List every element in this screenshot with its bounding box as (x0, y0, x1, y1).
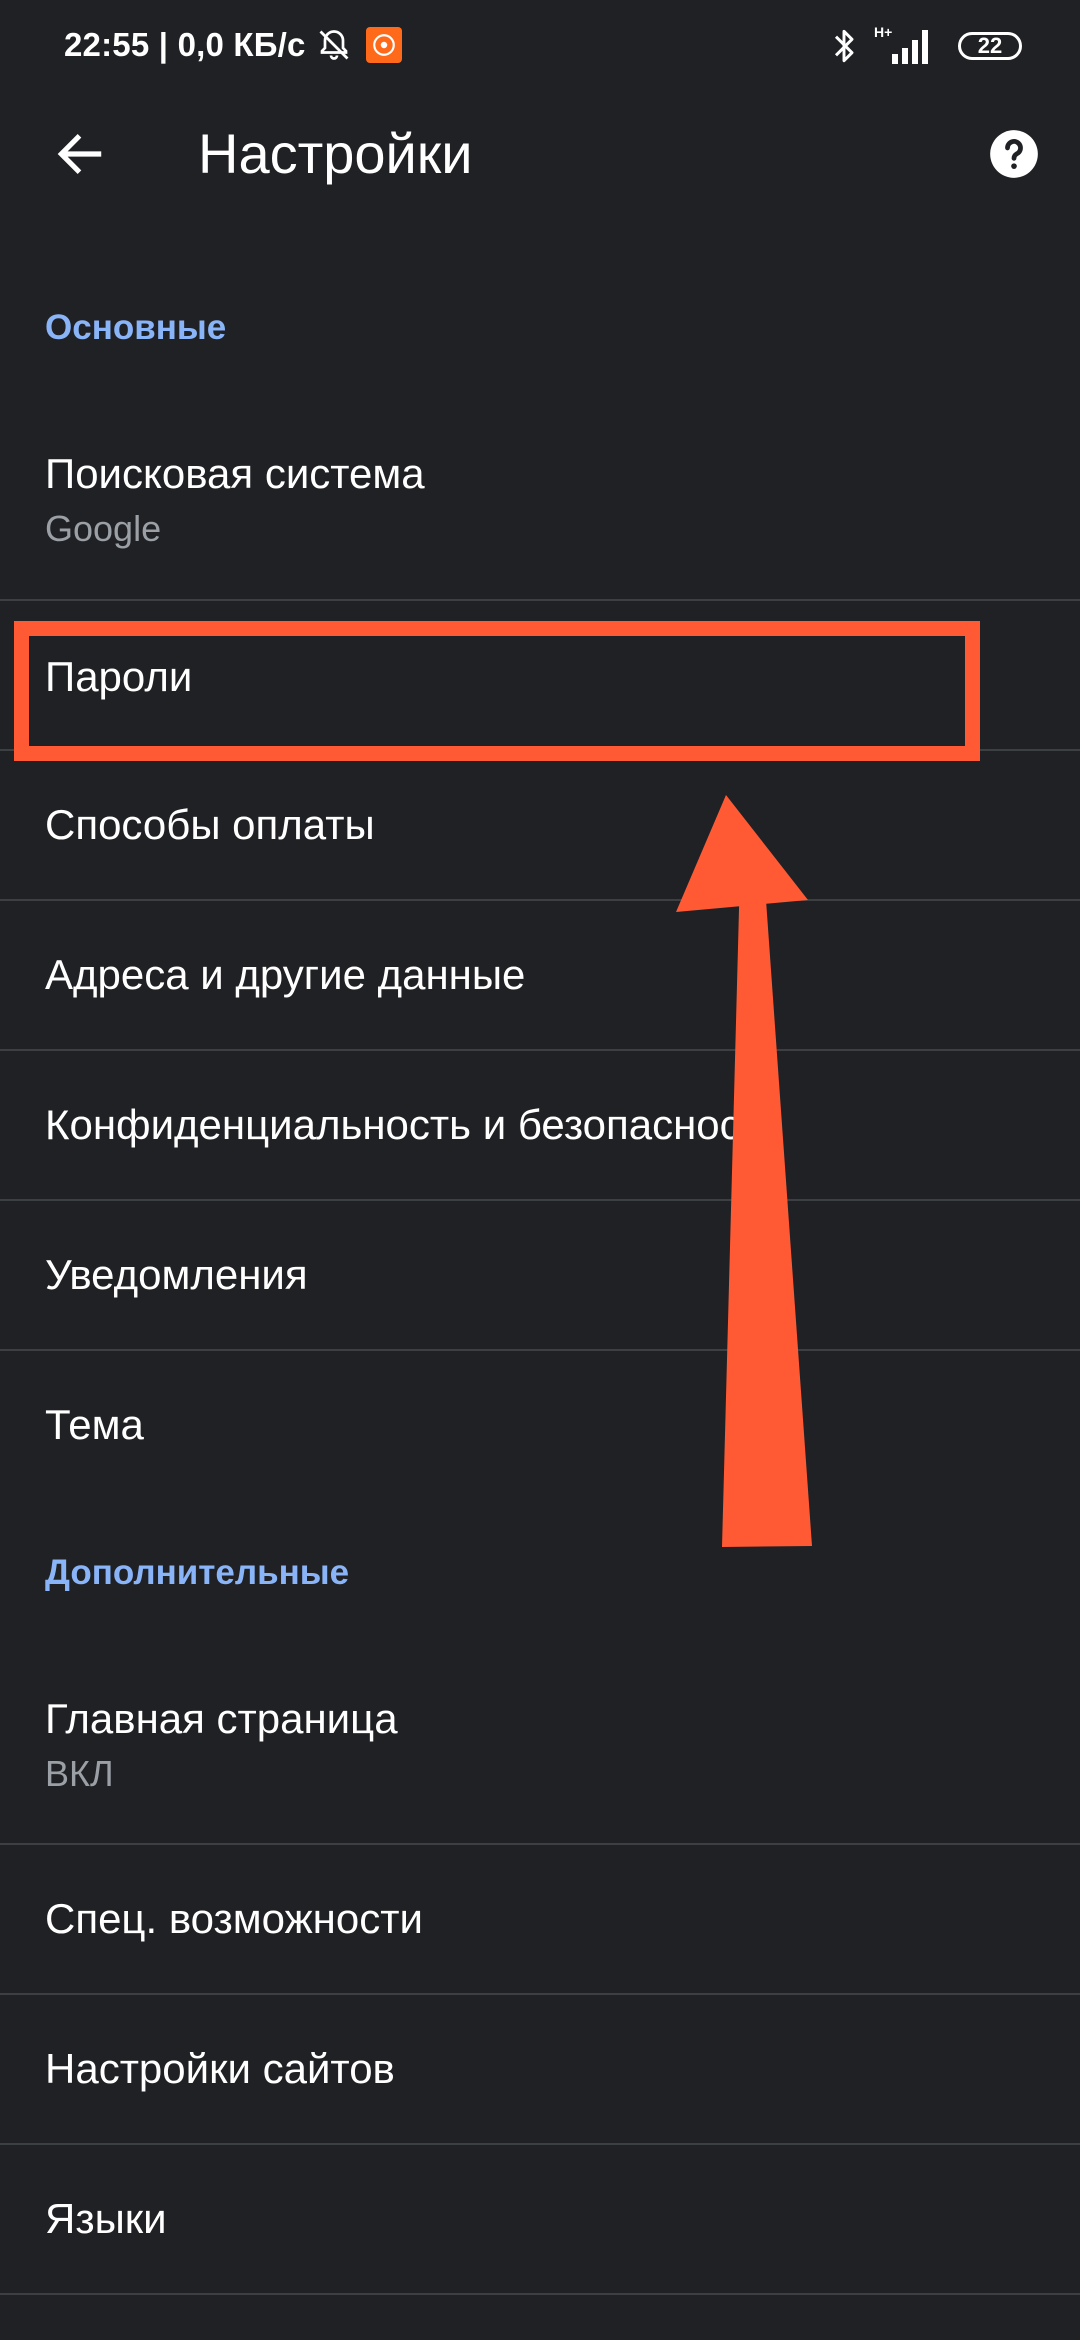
settings-item-notifications[interactable]: Уведомления (0, 1201, 1080, 1349)
battery-icon: 22 (958, 32, 1022, 60)
section-header-basic: Основные (45, 308, 227, 347)
item-title: Тема (45, 1401, 144, 1448)
bluetooth-icon (834, 29, 854, 63)
settings-item-homepage[interactable]: Главная страница ВКЛ (0, 1675, 1080, 1843)
settings-item-privacy[interactable]: Конфиденциальность и безопасность (0, 1051, 1080, 1199)
settings-item-site-settings[interactable]: Настройки сайтов (0, 1995, 1080, 2143)
app-bar: Настройки (0, 100, 1080, 208)
item-title: Поисковая система (45, 450, 425, 497)
status-time-speed: 22:55 | 0,0 КБ/с (64, 26, 306, 63)
settings-item-languages[interactable]: Языки (0, 2145, 1080, 2293)
item-title: Способы оплаты (45, 801, 375, 848)
signal-icon: H+ (874, 24, 936, 66)
item-subtitle: ВКЛ (45, 1753, 114, 1794)
item-title: Настройки сайтов (45, 2045, 395, 2092)
settings-item-search-engine[interactable]: Поисковая система Google (0, 430, 1080, 600)
bell-muted-icon (319, 30, 349, 60)
mi-app-icon (365, 27, 402, 63)
page-title: Настройки (198, 122, 473, 185)
settings-item-passwords[interactable]: Пароли (0, 601, 1080, 749)
battery-level: 22 (977, 33, 1003, 58)
item-title: Спец. возможности (45, 1895, 423, 1942)
settings-item-accessibility[interactable]: Спец. возможности (0, 1845, 1080, 1993)
status-left: 22:55 | 0,0 КБ/с (64, 26, 402, 64)
settings-item-addresses[interactable]: Адреса и другие данные (0, 901, 1080, 1049)
item-subtitle: Google (45, 508, 162, 549)
item-title: Конфиденциальность и безопасность (45, 1101, 782, 1148)
item-title: Адреса и другие данные (45, 951, 526, 998)
section-header-advanced: Дополнительные (45, 1553, 350, 1592)
settings-item-payment-methods[interactable]: Способы оплаты (0, 751, 1080, 899)
item-title: Пароли (45, 653, 193, 700)
settings-item-theme[interactable]: Тема (0, 1351, 1080, 1499)
status-right: H+ 22 (828, 24, 1022, 66)
status-bar: 22:55 | 0,0 КБ/с H+ 22 (0, 0, 1080, 96)
divider (0, 2293, 1080, 2295)
item-title: Главная страница (45, 1695, 398, 1742)
item-title: Языки (45, 2195, 167, 2242)
item-title: Уведомления (45, 1251, 308, 1298)
arrow-left-icon[interactable] (52, 126, 108, 182)
help-circle-icon[interactable] (988, 128, 1040, 180)
